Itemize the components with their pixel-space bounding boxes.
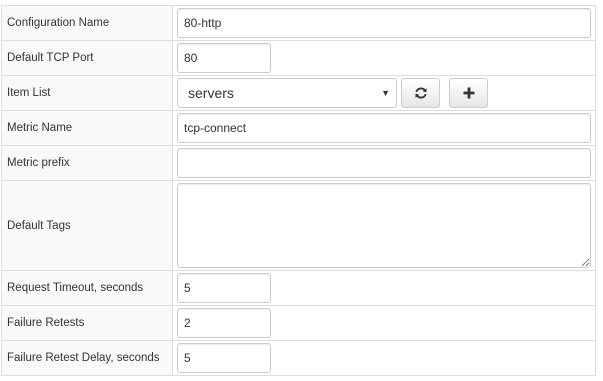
item-list-controls: servers ▼	[177, 78, 591, 108]
request-timeout-input[interactable]	[177, 273, 271, 303]
form-row-item-list: Item List servers ▼	[1, 75, 596, 111]
form-row-failure-retests: Failure Retests	[1, 305, 596, 341]
form-row-tcp-port: Default TCP Port	[1, 40, 596, 76]
item-list-label: Item List	[1, 75, 173, 111]
failure-retests-input[interactable]	[177, 308, 271, 338]
form-row-request-timeout: Request Timeout, seconds	[1, 270, 596, 306]
config-form-table: Configuration Name Default TCP Port Item…	[1, 5, 596, 376]
refresh-button[interactable]	[401, 78, 440, 108]
tcp-port-input[interactable]	[177, 43, 271, 73]
form-row-metric-prefix: Metric prefix	[1, 145, 596, 181]
metric-prefix-input[interactable]	[177, 148, 591, 178]
failure-retest-delay-label: Failure Retest Delay, seconds	[1, 340, 173, 376]
add-item-button[interactable]	[449, 78, 488, 108]
config-name-input[interactable]	[177, 8, 591, 38]
failure-retests-label: Failure Retests	[1, 305, 173, 341]
default-tags-label: Default Tags	[1, 180, 173, 271]
form-row-failure-retest-delay: Failure Retest Delay, seconds	[1, 340, 596, 376]
metric-prefix-label: Metric prefix	[1, 145, 173, 181]
failure-retest-delay-input[interactable]	[177, 343, 271, 373]
metric-name-input[interactable]	[177, 113, 591, 143]
item-list-select[interactable]: servers ▼	[177, 78, 397, 108]
plus-icon	[463, 87, 474, 99]
form-row-metric-name: Metric Name	[1, 110, 596, 146]
item-list-selected-value: servers	[188, 85, 234, 101]
refresh-icon	[414, 87, 427, 99]
default-tags-textarea[interactable]	[177, 183, 591, 268]
request-timeout-label: Request Timeout, seconds	[1, 270, 173, 306]
form-row-default-tags: Default Tags	[1, 180, 596, 271]
config-name-label: Configuration Name	[1, 5, 173, 41]
form-row-config-name: Configuration Name	[1, 5, 596, 41]
tcp-port-label: Default TCP Port	[1, 40, 173, 76]
chevron-down-icon: ▼	[381, 88, 390, 98]
metric-name-label: Metric Name	[1, 110, 173, 146]
